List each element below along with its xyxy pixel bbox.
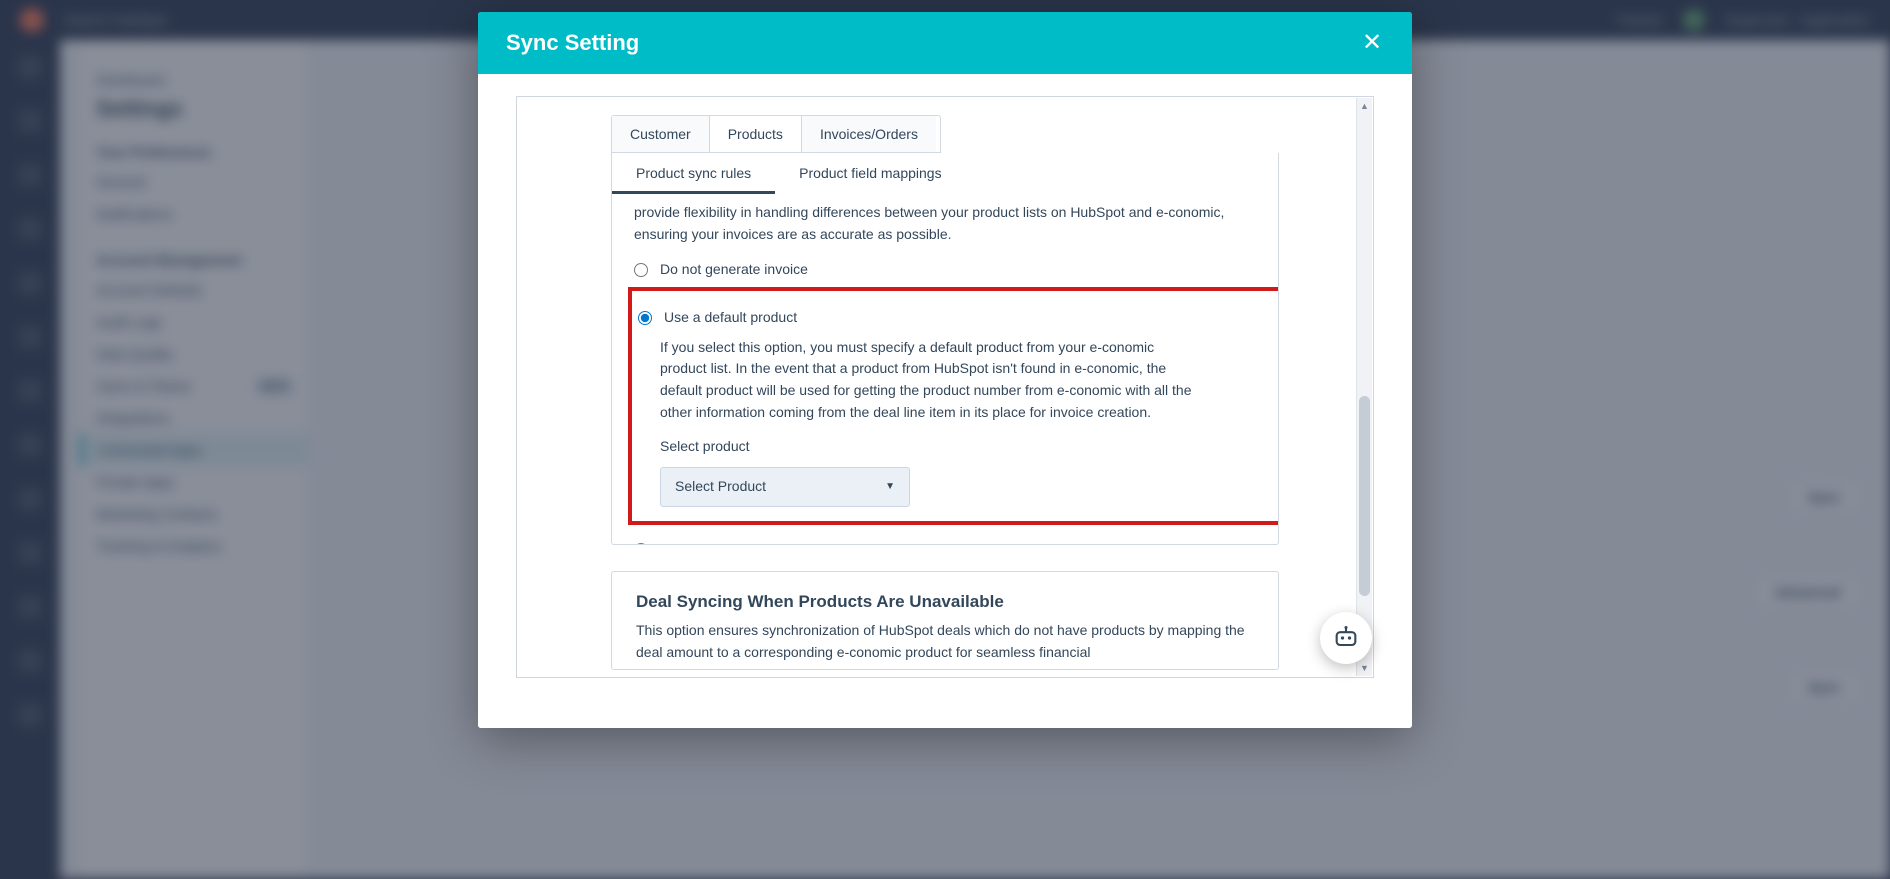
- tab-products[interactable]: Products: [710, 116, 802, 152]
- highlight-annotation: Use a default product If you select this…: [628, 287, 1278, 525]
- close-icon[interactable]: ✕: [1360, 31, 1384, 55]
- section-body: This option ensures synchronization of H…: [636, 620, 1254, 663]
- modal-title: Sync Setting: [506, 30, 639, 56]
- tab-customer[interactable]: Customer: [612, 116, 710, 152]
- select-value: Select Product: [675, 476, 766, 498]
- chevron-down-icon: ▼: [885, 479, 895, 495]
- select-product-dropdown[interactable]: Select Product ▼: [660, 467, 910, 507]
- select-product-label: Select product: [660, 436, 1278, 458]
- option-do-not-generate[interactable]: Do not generate invoice: [634, 259, 1256, 281]
- radio-label: Do not generate invoice: [660, 259, 808, 281]
- option-use-default-product[interactable]: Use a default product: [638, 307, 1278, 329]
- chat-fab[interactable]: [1320, 612, 1372, 664]
- deal-syncing-section: Deal Syncing When Products Are Unavailab…: [611, 571, 1279, 670]
- option-create-new-product[interactable]: Create a new product: [634, 539, 1256, 544]
- chatbot-icon: [1332, 624, 1360, 652]
- rules-body: provide flexibility in handling differen…: [612, 194, 1278, 544]
- scroll-down-arrow-icon[interactable]: ▼: [1357, 660, 1372, 676]
- scroll-up-arrow-icon[interactable]: ▲: [1357, 98, 1372, 114]
- scroll-track[interactable]: [1357, 114, 1372, 660]
- section-title: Deal Syncing When Products Are Unavailab…: [636, 592, 1254, 612]
- intro-text: provide flexibility in handling differen…: [634, 202, 1256, 245]
- sync-setting-modal: Sync Setting ✕ Customer Products Invoice…: [478, 12, 1412, 728]
- option-description: If you select this option, you must spec…: [660, 337, 1200, 424]
- radio-do-not-generate[interactable]: [634, 263, 648, 277]
- primary-tabs: Customer Products Invoices/Orders: [611, 115, 941, 153]
- content-frame: Customer Products Invoices/Orders Produc…: [516, 96, 1374, 678]
- radio-label: Create a new product: [660, 539, 794, 544]
- radio-label: Use a default product: [664, 307, 797, 329]
- sub-tabs: Product sync rules Product field mapping…: [612, 153, 1278, 194]
- modal-body: Customer Products Invoices/Orders Produc…: [478, 74, 1412, 728]
- radio-create-new-product[interactable]: [634, 543, 648, 544]
- subtab-product-field-mappings[interactable]: Product field mappings: [775, 153, 965, 194]
- radio-use-default-product[interactable]: [638, 311, 652, 325]
- subtab-product-sync-rules[interactable]: Product sync rules: [612, 153, 775, 194]
- scroll-thumb[interactable]: [1359, 396, 1370, 596]
- modal-header: Sync Setting ✕: [478, 12, 1412, 74]
- tab-invoices-orders[interactable]: Invoices/Orders: [802, 116, 936, 152]
- frame-scrollbar[interactable]: ▲ ▼: [1356, 98, 1372, 676]
- rules-card: Product sync rules Product field mapping…: [611, 153, 1279, 545]
